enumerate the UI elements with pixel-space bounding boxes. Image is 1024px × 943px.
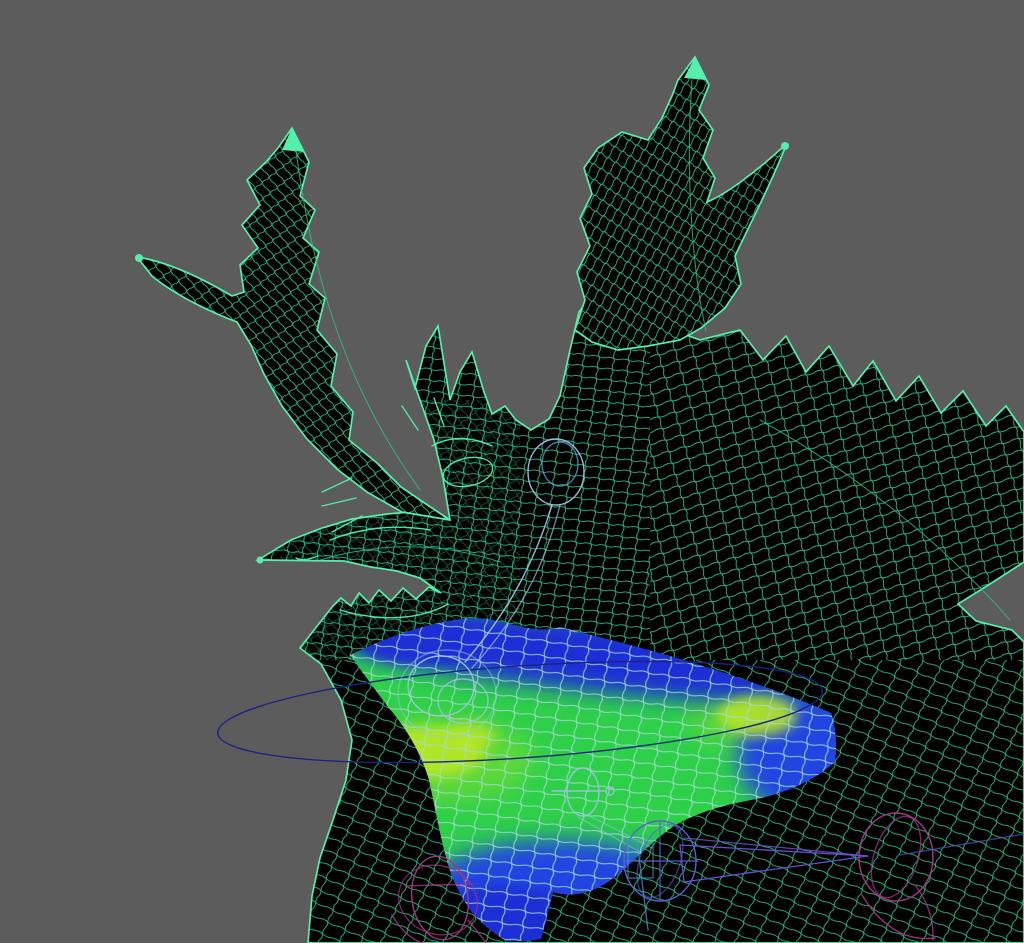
left-spur-tip-highlight xyxy=(135,254,143,262)
right-spur-tip-highlight xyxy=(781,142,789,150)
viewport[interactable] xyxy=(0,0,1024,943)
viewport-canvas[interactable] xyxy=(0,0,1024,943)
mouth-spike-tip-highlight xyxy=(257,557,264,564)
